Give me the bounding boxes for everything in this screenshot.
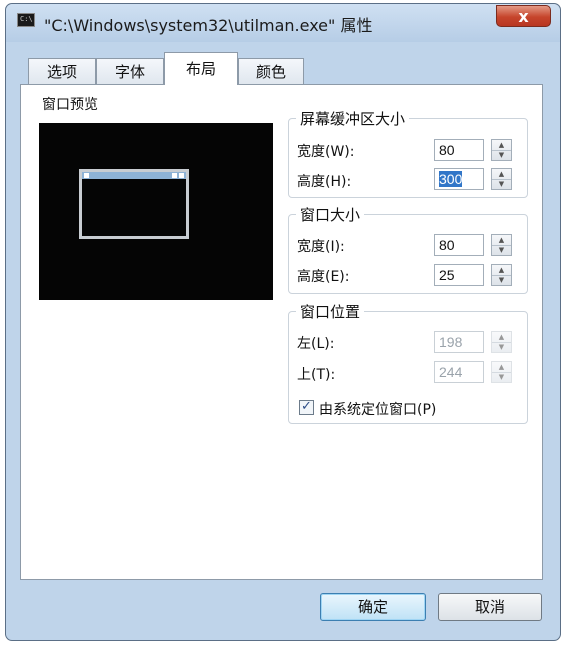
system-position-checkbox[interactable]: ✓	[299, 400, 314, 415]
position-left-label: 左(L):	[297, 336, 335, 352]
checkmark-icon: ✓	[301, 399, 312, 414]
buffer-size-title: 屏幕缓冲区大小	[296, 108, 410, 129]
ok-button-label: 确定	[357, 598, 388, 616]
console-app-icon-text: C:\	[20, 15, 33, 23]
window-width-input[interactable]: 80	[434, 234, 484, 256]
spin-down-icon[interactable]: ▼	[492, 150, 511, 160]
spin-down-icon[interactable]: ▼	[492, 372, 511, 382]
window-height-spinner[interactable]: ▲ ▼	[491, 264, 512, 286]
spin-down-icon[interactable]: ▼	[492, 342, 511, 352]
tab-layout-label: 布局	[185, 60, 216, 78]
ok-button[interactable]: 确定	[320, 593, 426, 621]
window-preview-label: 窗口预览	[42, 97, 98, 113]
tab-options-label: 选项	[46, 63, 77, 81]
buffer-width-spinner[interactable]: ▲ ▼	[491, 139, 512, 161]
cancel-button-label: 取消	[474, 598, 505, 616]
title-bar[interactable]: C:\ "C:\Windows\system32\utilman.exe" 属性…	[6, 4, 560, 42]
window-width-spinner[interactable]: ▲ ▼	[491, 234, 512, 256]
preview-dot-icon	[179, 173, 184, 178]
tab-font[interactable]: 字体	[96, 58, 164, 85]
spin-down-icon[interactable]: ▼	[492, 275, 511, 285]
position-left-value: 198	[439, 334, 463, 350]
window-height-value: 25	[439, 267, 455, 283]
buffer-height-label: 高度(H):	[297, 174, 352, 190]
window-width-value: 80	[439, 237, 455, 253]
position-top-value: 244	[439, 364, 463, 380]
preview-window-titlebar	[82, 172, 186, 179]
console-app-icon: C:\	[17, 13, 35, 27]
close-button[interactable]: x	[496, 5, 551, 27]
tab-font-label: 字体	[114, 63, 145, 81]
system-position-label[interactable]: 由系统定位窗口(P)	[319, 399, 436, 419]
tab-options[interactable]: 选项	[28, 58, 96, 85]
position-top-input[interactable]: 244	[434, 361, 484, 383]
buffer-width-input[interactable]: 80	[434, 139, 484, 161]
buffer-width-label: 宽度(W):	[297, 144, 355, 160]
window-position-title: 窗口位置	[296, 301, 365, 322]
position-left-spinner[interactable]: ▲ ▼	[491, 331, 512, 353]
preview-dot-icon	[84, 173, 89, 178]
buffer-height-spinner[interactable]: ▲ ▼	[491, 168, 512, 190]
window-title: "C:\Windows\system32\utilman.exe" 属性	[44, 16, 373, 35]
spin-down-icon[interactable]: ▼	[492, 179, 511, 189]
window-size-title: 窗口大小	[296, 204, 365, 225]
preview-dot-icon	[172, 173, 177, 178]
spin-down-icon[interactable]: ▼	[492, 245, 511, 255]
cancel-button[interactable]: 取消	[438, 593, 542, 621]
close-icon: x	[518, 7, 529, 26]
window-height-label: 高度(E):	[297, 269, 350, 285]
buffer-height-input[interactable]: 300	[434, 168, 484, 190]
buffer-height-value: 300	[439, 171, 463, 187]
position-left-input[interactable]: 198	[434, 331, 484, 353]
preview-window-frame	[79, 169, 189, 239]
window-width-label: 宽度(I):	[297, 239, 345, 255]
tab-colors-label: 颜色	[255, 63, 286, 81]
buffer-width-value: 80	[439, 142, 455, 158]
tab-layout[interactable]: 布局	[164, 52, 238, 85]
position-top-label: 上(T):	[297, 367, 336, 383]
window-preview	[39, 123, 273, 300]
position-top-spinner[interactable]: ▲ ▼	[491, 361, 512, 383]
window-height-input[interactable]: 25	[434, 264, 484, 286]
tab-colors[interactable]: 颜色	[238, 58, 304, 85]
